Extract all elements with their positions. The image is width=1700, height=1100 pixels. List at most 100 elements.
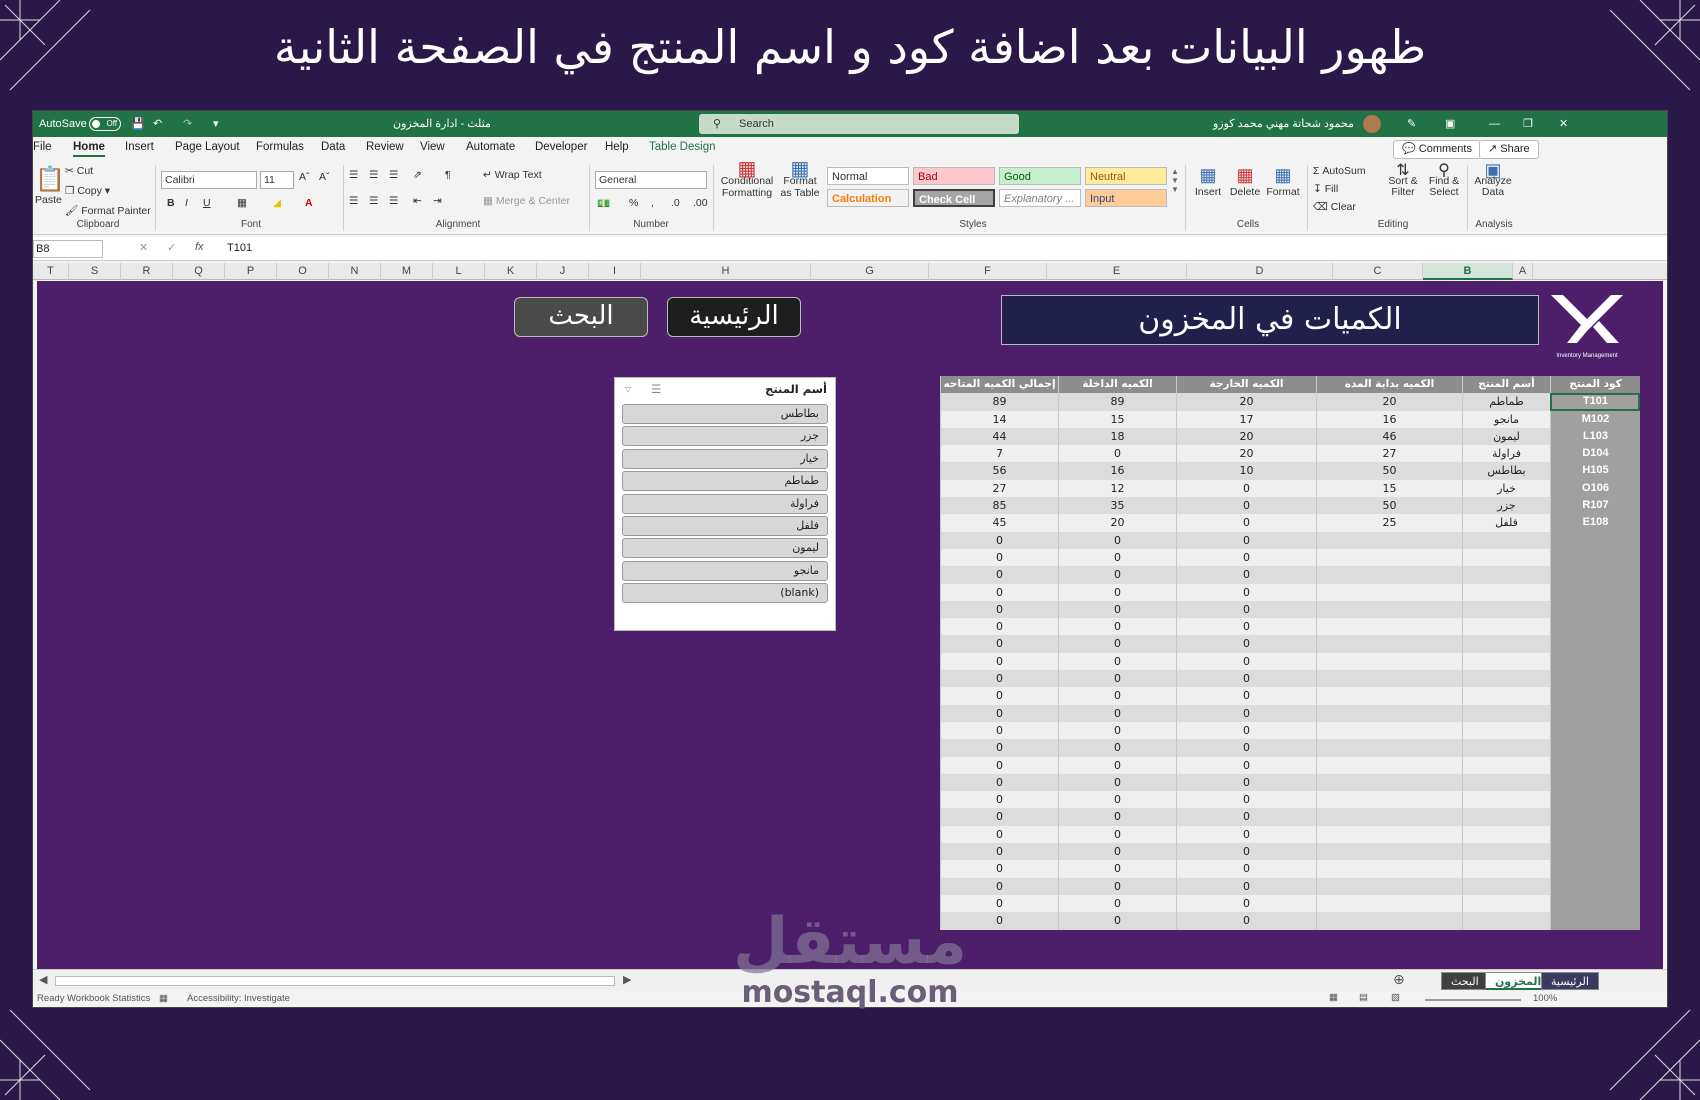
column-header[interactable]: H: [641, 263, 811, 280]
product-code-cell[interactable]: [1550, 600, 1640, 619]
table-cell[interactable]: 0: [1176, 843, 1316, 861]
percent-icon[interactable]: %: [629, 197, 638, 209]
table-cell[interactable]: [1316, 773, 1462, 792]
table-cell[interactable]: [1316, 721, 1462, 740]
product-code-cell[interactable]: [1550, 860, 1640, 878]
slicer-item[interactable]: فلفل: [622, 516, 828, 536]
table-cell[interactable]: 25: [1316, 514, 1462, 532]
table-cell[interactable]: 50: [1316, 462, 1462, 480]
product-slicer[interactable]: أسم المنتج ☰ ▿ بطاطس جزر خيار طماطم فراولة فل…: [614, 377, 836, 631]
table-cell[interactable]: 0: [1058, 721, 1176, 740]
table-cell[interactable]: 0: [1176, 756, 1316, 774]
table-cell[interactable]: 0: [940, 652, 1058, 671]
table-cell[interactable]: فراولة: [1462, 445, 1550, 463]
font-color-icon[interactable]: A: [305, 197, 313, 209]
underline-icon[interactable]: U: [203, 197, 211, 209]
table-cell[interactable]: 0: [1176, 514, 1316, 532]
table-cell[interactable]: 0: [940, 843, 1058, 861]
product-code-cell[interactable]: [1550, 548, 1640, 567]
table-cell[interactable]: 0: [940, 877, 1058, 895]
table-cell[interactable]: [1316, 894, 1462, 913]
table-cell[interactable]: 0: [1058, 600, 1176, 619]
table-cell[interactable]: 45: [940, 514, 1058, 532]
table-cell[interactable]: 0: [1176, 497, 1316, 515]
table-cell[interactable]: [1462, 635, 1550, 653]
table-cell[interactable]: 0: [940, 670, 1058, 688]
table-cell[interactable]: 0: [1176, 583, 1316, 601]
product-code-cell[interactable]: R107: [1550, 497, 1640, 515]
product-code-cell[interactable]: [1550, 739, 1640, 757]
table-cell[interactable]: 0: [940, 756, 1058, 774]
product-code-cell[interactable]: D104: [1550, 445, 1640, 463]
redo-icon[interactable]: ↷: [183, 111, 192, 137]
table-cell[interactable]: 0: [1058, 566, 1176, 584]
rtl-icon[interactable]: ¶: [445, 169, 451, 181]
table-cell[interactable]: 0: [1176, 652, 1316, 671]
copy-button[interactable]: ❐ Copy ▾: [65, 185, 110, 197]
table-cell[interactable]: [1316, 704, 1462, 722]
table-cell[interactable]: [1462, 670, 1550, 688]
product-code-cell[interactable]: [1550, 635, 1640, 653]
sheet-tab-search[interactable]: البحث: [1441, 972, 1489, 990]
worksheet[interactable]: البحث الرئيسية الكميات في المخزون Invent…: [37, 281, 1663, 969]
table-cell[interactable]: 0: [1176, 894, 1316, 913]
column-header[interactable]: S: [69, 263, 121, 280]
table-cell[interactable]: 89: [1058, 393, 1176, 411]
table-cell[interactable]: [1462, 739, 1550, 757]
merge-center-button[interactable]: ▦ Merge & Center: [483, 195, 570, 207]
scroll-left-icon[interactable]: ◀: [39, 973, 47, 986]
table-cell[interactable]: [1462, 756, 1550, 774]
conditional-formatting-button[interactable]: ▦ Conditional Formatting: [719, 159, 775, 199]
product-code-cell[interactable]: [1550, 894, 1640, 913]
column-header[interactable]: F: [929, 263, 1047, 280]
table-cell[interactable]: فلفل: [1462, 514, 1550, 532]
style-neutral[interactable]: Neutral: [1085, 167, 1167, 185]
product-code-cell[interactable]: [1550, 704, 1640, 722]
align-middle-icon[interactable]: ☰: [369, 169, 378, 181]
sort-filter-button[interactable]: ⇅ Sort & Filter: [1385, 163, 1421, 198]
font-size-select[interactable]: 11: [260, 171, 294, 189]
scroll-right-icon[interactable]: ▶: [623, 973, 631, 986]
style-input[interactable]: Input: [1085, 189, 1167, 207]
home-nav-button[interactable]: الرئيسية: [667, 297, 801, 337]
format-painter-button[interactable]: 🖌 Format Painter: [65, 204, 151, 217]
table-cell[interactable]: [1462, 531, 1550, 549]
table-cell[interactable]: 0: [940, 912, 1058, 930]
decrease-indent-icon[interactable]: ⇤: [413, 195, 422, 207]
table-cell[interactable]: [1462, 583, 1550, 601]
cut-button[interactable]: ✂ Cut: [65, 165, 93, 177]
table-cell[interactable]: 0: [1176, 670, 1316, 688]
product-code-cell[interactable]: [1550, 843, 1640, 861]
table-cell[interactable]: 0: [1176, 808, 1316, 826]
table-cell[interactable]: 0: [940, 618, 1058, 636]
table-cell[interactable]: [1316, 566, 1462, 584]
format-as-table-button[interactable]: ▦ Format as Table: [777, 159, 823, 199]
table-cell[interactable]: [1462, 894, 1550, 913]
slicer-item[interactable]: فراولة: [622, 493, 828, 514]
column-header[interactable]: I: [589, 263, 641, 280]
table-cell[interactable]: 7: [940, 445, 1058, 463]
table-cell[interactable]: 0: [1058, 548, 1176, 567]
table-cell[interactable]: 10: [1176, 462, 1316, 480]
table-cell[interactable]: 20: [1176, 445, 1316, 463]
table-cell[interactable]: [1316, 687, 1462, 705]
align-left-icon[interactable]: ☰: [349, 195, 358, 207]
slicer-item[interactable]: بطاطس: [622, 404, 828, 424]
table-cell[interactable]: 0: [940, 860, 1058, 878]
table-header-cell[interactable]: إجمالي الكميه المتاحه: [940, 376, 1058, 394]
column-header[interactable]: N: [329, 263, 381, 280]
tab-home[interactable]: Home: [73, 141, 105, 157]
table-cell[interactable]: 27: [1316, 445, 1462, 463]
product-code-cell[interactable]: [1550, 912, 1640, 930]
table-cell[interactable]: 18: [1058, 427, 1176, 446]
product-code-cell[interactable]: [1550, 877, 1640, 895]
table-cell[interactable]: 0: [1058, 912, 1176, 930]
align-top-icon[interactable]: ☰: [349, 169, 358, 181]
table-cell[interactable]: 0: [940, 808, 1058, 826]
table-cell[interactable]: 16: [1316, 410, 1462, 428]
table-cell[interactable]: 0: [1058, 808, 1176, 826]
table-cell[interactable]: 0: [1058, 445, 1176, 463]
table-header-cell[interactable]: الكميه الداخلة: [1058, 376, 1176, 394]
product-code-cell[interactable]: [1550, 825, 1640, 844]
table-cell[interactable]: 20: [1176, 393, 1316, 411]
